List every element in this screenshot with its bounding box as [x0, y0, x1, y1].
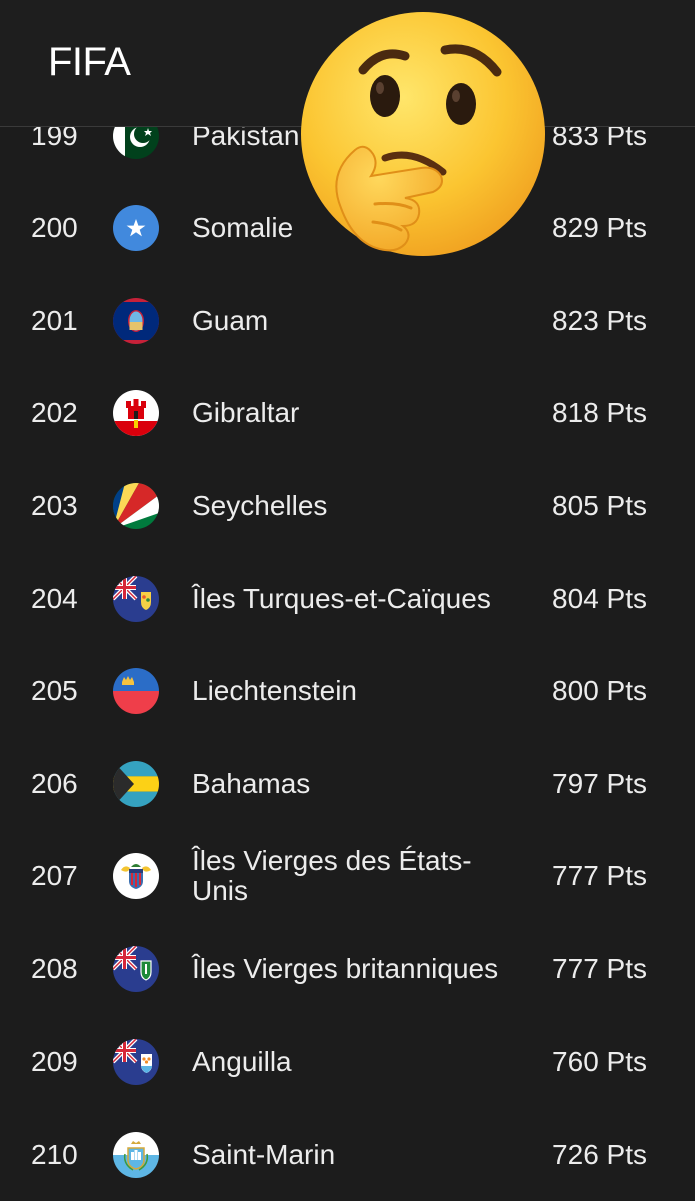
points-value: 823 Pts	[552, 305, 647, 336]
points-value: 797 Pts	[552, 768, 647, 799]
ranking-row[interactable]: 205 Liechtenstein 800 Pts	[0, 645, 695, 737]
rank-number: 202	[31, 397, 78, 428]
points-value: 726 Pts	[552, 1139, 647, 1170]
country-name: Bahamas	[192, 768, 311, 799]
points-value: 805 Pts	[552, 490, 647, 521]
ranking-row[interactable]: 201 Guam 823 Pts	[0, 275, 695, 367]
british-virgin-islands-flag-icon	[113, 946, 159, 992]
rank-number: 209	[31, 1046, 78, 1077]
rank-number: 210	[31, 1139, 78, 1170]
seychelles-flag-icon	[113, 483, 159, 529]
points-value: 777 Pts	[552, 860, 647, 891]
ranking-row[interactable]: 206 Bahamas 797 Pts	[0, 738, 695, 830]
ranking-row[interactable]: 204 Îles Turques-et-Caïques 804 Pts	[0, 553, 695, 645]
points-value: 777 Pts	[552, 953, 647, 984]
country-name: Liechtenstein	[192, 675, 358, 706]
gibraltar-flag-icon	[113, 390, 159, 436]
country-name: Gibraltar	[192, 397, 300, 428]
country-name: Îles Vierges des États-Unis	[192, 845, 472, 906]
san-marino-flag-icon	[113, 1132, 159, 1178]
page-title: FIFA	[48, 40, 131, 84]
points-value: 829 Pts	[552, 212, 647, 243]
country-name: Guam	[192, 305, 269, 336]
country-name: Anguilla	[192, 1046, 292, 1077]
ranking-row[interactable]: 202 Gibraltar 818 Pts	[0, 367, 695, 459]
points-value: 800 Pts	[552, 675, 647, 706]
thinking-face-emoji-icon	[293, 8, 553, 268]
country-name: Îles Vierges britanniques	[192, 953, 499, 984]
liechtenstein-flag-icon	[113, 668, 159, 714]
rank-number: 205	[31, 675, 78, 706]
us-virgin-islands-flag-icon	[113, 853, 159, 899]
somalia-flag-icon	[113, 205, 159, 251]
rank-number: 208	[31, 953, 78, 984]
points-value: 760 Pts	[552, 1046, 647, 1077]
rank-number: 200	[31, 212, 78, 243]
country-name: Îles Turques-et-Caïques	[192, 583, 491, 614]
points-value: 818 Pts	[552, 397, 647, 428]
guam-flag-icon	[113, 298, 159, 344]
ranking-row[interactable]: 209 Anguilla 760 Pts	[0, 1016, 695, 1108]
ranking-row[interactable]: 208 Îles Vierges britanniques 777 Pts	[0, 923, 695, 1015]
rank-number: 206	[31, 768, 78, 799]
ranking-row[interactable]: 203 Seychelles 805 Pts	[0, 460, 695, 552]
ranking-row[interactable]: 207 Îles Vierges des États-Unis 777 Pts	[0, 830, 695, 922]
rank-number: 203	[31, 490, 78, 521]
ranking-row[interactable]: 210 Saint-Marin 726 Pts	[0, 1109, 695, 1201]
points-value: 804 Pts	[552, 583, 647, 614]
country-name: Saint-Marin	[192, 1139, 336, 1170]
turks-caicos-flag-icon	[113, 576, 159, 622]
rank-number: 204	[31, 583, 78, 614]
rank-number: 201	[31, 305, 78, 336]
country-name: Seychelles	[192, 490, 328, 521]
rank-number: 207	[31, 860, 78, 891]
bahamas-flag-icon	[113, 761, 159, 807]
anguilla-flag-icon	[113, 1039, 159, 1085]
